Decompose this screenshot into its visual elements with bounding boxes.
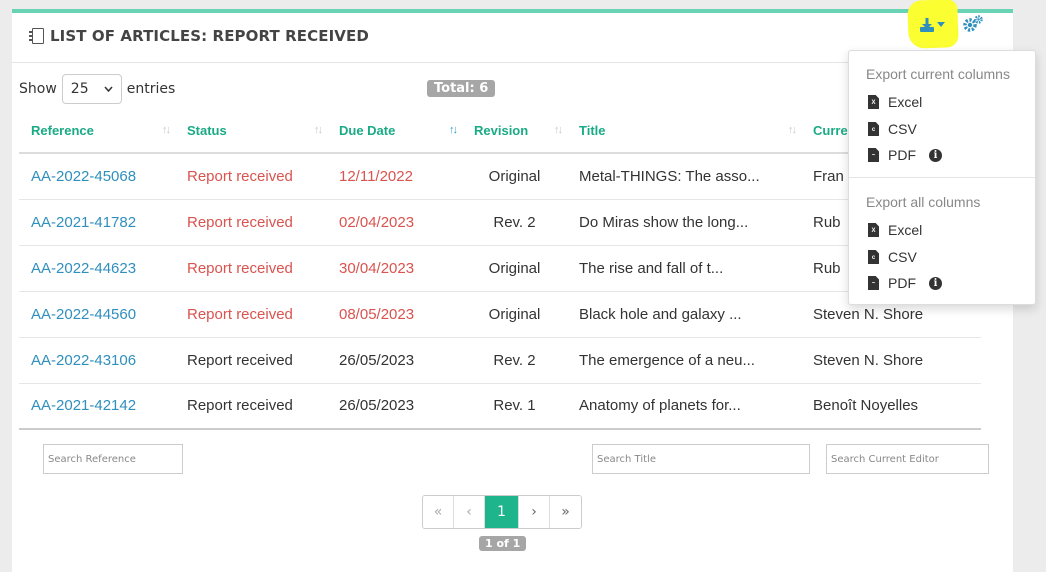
due-date-cell: 12/11/2022 — [327, 153, 462, 200]
sort-icon: ↑↓ — [788, 124, 797, 136]
page-length-control: Show 25 entries — [19, 74, 175, 104]
column-header-title[interactable]: Title ↑↓ — [567, 109, 801, 154]
notebook-icon — [29, 28, 44, 44]
next-page-button[interactable]: › — [519, 496, 550, 528]
chevron-down-icon — [104, 86, 113, 92]
page-info-badge: 1 of 1 — [479, 536, 527, 551]
status-cell: Report received — [175, 383, 327, 430]
excel-file-icon: X — [868, 95, 879, 109]
title-cell: Do Miras show the long... — [567, 199, 801, 246]
title-cell: Metal-THINGS: The asso... — [567, 153, 801, 200]
title-cell: The rise and fall of t... — [567, 245, 801, 292]
title-cell: The emergence of a neu... — [567, 337, 801, 384]
table-row[interactable]: AA-2022-45068 Report received 12/11/2022 Or… — [19, 153, 981, 200]
column-header-status[interactable]: Status ↑↓ — [175, 109, 327, 154]
column-header-reference[interactable]: Reference ↑↓ — [19, 109, 175, 154]
reference-link[interactable]: AA-2022-44623 — [19, 245, 175, 292]
last-page-button[interactable]: » — [550, 496, 581, 528]
export-all-csv[interactable]: c CSV — [868, 249, 917, 265]
export-all-excel[interactable]: X Excel — [868, 222, 922, 238]
info-icon[interactable]: i — [929, 148, 942, 162]
panel-title-text: LIST OF ARTICLES: REPORT RECEIVED — [50, 27, 369, 45]
reference-link[interactable]: AA-2022-45068 — [19, 153, 175, 200]
due-date-cell: 08/05/2023 — [327, 291, 462, 338]
search-editor-input[interactable]: Search Current Editor — [826, 444, 989, 474]
export-current-csv[interactable]: c CSV — [868, 121, 917, 137]
editor-cell: Steven N. Shore — [801, 337, 981, 384]
revision-cell: Rev. 2 — [462, 199, 567, 246]
sort-icon: ↑↓ — [554, 124, 563, 136]
column-header-due-date[interactable]: Due Date ↑↓ — [327, 109, 462, 154]
table-row[interactable]: AA-2022-44623 Report received 30/04/2023 Or… — [19, 245, 981, 292]
first-page-button[interactable]: « — [423, 496, 454, 528]
revision-cell: Original — [462, 245, 567, 292]
export-all-pdf[interactable]: ~ PDF i — [868, 275, 942, 291]
excel-file-icon: X — [868, 223, 879, 237]
revision-cell: Rev. 1 — [462, 383, 567, 430]
page-1-button[interactable]: 1 — [485, 496, 519, 528]
editor-cell: Benoît Noyelles — [801, 383, 981, 430]
info-icon[interactable]: i — [929, 276, 942, 290]
pdf-file-icon: ~ — [868, 148, 879, 162]
table-row[interactable]: AA-2021-42142 Report received 26/05/2023 Re… — [19, 383, 981, 430]
reference-link[interactable]: AA-2022-44560 — [19, 291, 175, 338]
download-icon — [920, 18, 934, 32]
pdf-file-icon: ~ — [868, 276, 879, 290]
due-date-cell: 26/05/2023 — [327, 383, 462, 430]
revision-cell: Rev. 2 — [462, 337, 567, 384]
prev-page-button[interactable]: ‹ — [454, 496, 485, 528]
status-cell: Report received — [175, 337, 327, 384]
status-cell: Report received — [175, 245, 327, 292]
table-row[interactable]: AA-2021-41782 Report received 02/04/2023 Re… — [19, 199, 981, 246]
show-label: Show — [19, 81, 57, 97]
panel-title: LIST OF ARTICLES: REPORT RECEIVED — [29, 27, 369, 45]
revision-cell: Original — [462, 153, 567, 200]
title-cell: Black hole and galaxy ... — [567, 291, 801, 338]
settings-gears-button[interactable] — [962, 14, 984, 36]
sort-icon: ↑↓ — [314, 124, 323, 136]
due-date-cell: 26/05/2023 — [327, 337, 462, 384]
sort-asc-icon: ↑↓ — [449, 124, 458, 136]
table-row[interactable]: AA-2022-44560 Report received 08/05/2023 Or… — [19, 291, 981, 338]
entries-select[interactable]: 25 — [61, 74, 122, 104]
search-reference-input[interactable]: Search Reference — [43, 444, 183, 474]
title-cell: Anatomy of planets for... — [567, 383, 801, 430]
export-current-excel[interactable]: X Excel — [868, 94, 922, 110]
export-dropdown-menu: Export current columns X Excel c CSV ~ P… — [848, 50, 1036, 305]
export-all-header: Export all columns — [866, 194, 981, 210]
column-header-revision[interactable]: Revision ↑↓ — [462, 109, 567, 154]
entries-value: 25 — [70, 81, 89, 97]
revision-cell: Original — [462, 291, 567, 338]
export-current-header: Export current columns — [866, 66, 1010, 82]
caret-down-icon — [937, 22, 945, 27]
gears-icon — [963, 15, 983, 32]
sort-icon: ↑↓ — [162, 124, 171, 136]
due-date-cell: 02/04/2023 — [327, 199, 462, 246]
reference-link[interactable]: AA-2022-43106 — [19, 337, 175, 384]
dropdown-divider — [849, 177, 1035, 178]
status-cell: Report received — [175, 291, 327, 338]
status-cell: Report received — [175, 153, 327, 200]
articles-table: Reference ↑↓ Status ↑↓ Due Date ↑↓ Revision… — [19, 109, 981, 430]
table-header-row: Reference ↑↓ Status ↑↓ Due Date ↑↓ Revision… — [19, 109, 981, 154]
export-current-pdf[interactable]: ~ PDF i — [868, 147, 942, 163]
total-badge: Total: 6 — [427, 80, 496, 97]
reference-link[interactable]: AA-2021-42142 — [19, 383, 175, 430]
pagination: « ‹ 1 › » — [422, 495, 582, 529]
table-row[interactable]: AA-2022-43106 Report received 26/05/2023 Re… — [19, 337, 981, 384]
search-title-input[interactable]: Search Title — [592, 444, 810, 474]
reference-link[interactable]: AA-2021-41782 — [19, 199, 175, 246]
entries-label: entries — [126, 81, 176, 97]
due-date-cell: 30/04/2023 — [327, 245, 462, 292]
status-cell: Report received — [175, 199, 327, 246]
csv-file-icon: c — [868, 250, 879, 264]
csv-file-icon: c — [868, 122, 879, 136]
download-button[interactable] — [919, 14, 949, 36]
